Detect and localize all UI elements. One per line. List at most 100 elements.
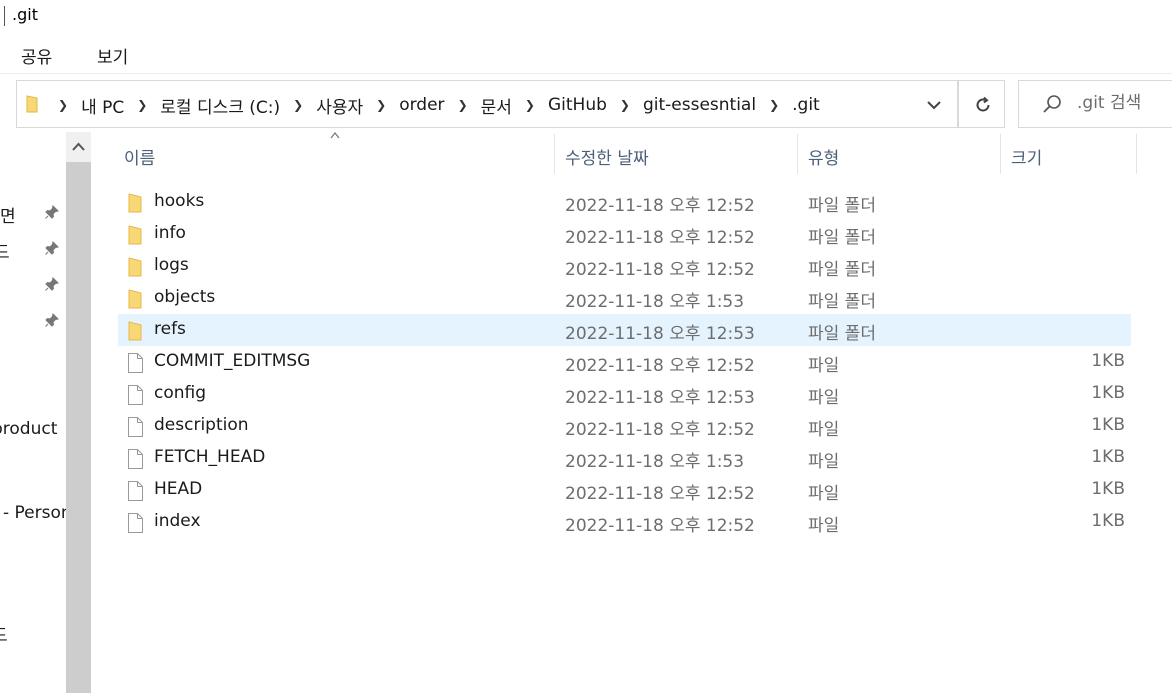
file-row[interactable]: config 2022-11-18 오후 12:53 파일 1KB bbox=[118, 378, 1131, 410]
file-date: 2022-11-18 오후 12:52 bbox=[565, 196, 755, 216]
file-date: 2022-11-18 오후 1:53 bbox=[565, 452, 745, 472]
nav-item-7[interactable]: 드 bbox=[0, 621, 8, 646]
chevron-right-icon[interactable]: ❯ bbox=[293, 98, 303, 112]
file-row[interactable]: description 2022-11-18 오후 12:52 파일 1KB bbox=[118, 410, 1131, 442]
file-name: logs bbox=[154, 255, 189, 275]
chevron-right-icon[interactable]: ❯ bbox=[769, 98, 779, 112]
title-bar: .git bbox=[0, 0, 1172, 32]
folder-icon bbox=[127, 257, 143, 277]
breadcrumb-item[interactable]: order bbox=[399, 95, 444, 115]
file-date: 2022-11-18 오후 12:52 bbox=[565, 420, 755, 440]
pin-icon[interactable] bbox=[44, 204, 60, 220]
column-header-name[interactable]: 이름 bbox=[124, 144, 155, 169]
file-type: 파일 폴더 bbox=[808, 260, 876, 280]
file-size: 1KB bbox=[1091, 415, 1125, 435]
file-type: 파일 bbox=[808, 356, 840, 376]
chevron-right-icon[interactable]: ❯ bbox=[137, 98, 147, 112]
file-icon bbox=[127, 513, 143, 533]
file-row[interactable]: logs 2022-11-18 오후 12:52 파일 폴더 bbox=[118, 250, 1131, 282]
breadcrumb-item[interactable]: 사용자 bbox=[316, 93, 363, 118]
file-type: 파일 폴더 bbox=[808, 292, 876, 312]
search-icon bbox=[1043, 95, 1061, 113]
file-icon bbox=[127, 417, 143, 437]
nav-item-product[interactable]: product bbox=[0, 419, 57, 439]
file-name: description bbox=[154, 415, 249, 435]
pin-icon[interactable] bbox=[44, 312, 60, 328]
file-row[interactable]: refs 2022-11-18 오후 12:53 파일 폴더 bbox=[118, 314, 1131, 346]
file-size: 1KB bbox=[1091, 447, 1125, 467]
folder-icon bbox=[127, 321, 143, 341]
file-date: 2022-11-18 오후 12:52 bbox=[565, 356, 755, 376]
navigation-pane: 면 드 product - Person 드 bbox=[0, 132, 66, 693]
file-row[interactable]: FETCH_HEAD 2022-11-18 오후 1:53 파일 1KB bbox=[118, 442, 1131, 474]
tab-share[interactable]: 공유 bbox=[21, 43, 52, 68]
nav-item-2[interactable]: 드 bbox=[0, 238, 10, 263]
chevron-right-icon[interactable]: ❯ bbox=[376, 98, 386, 112]
file-type: 파일 폴더 bbox=[808, 228, 876, 248]
refresh-icon bbox=[976, 96, 990, 112]
breadcrumb-item[interactable]: git-essesntial bbox=[643, 95, 756, 115]
file-icon bbox=[127, 481, 143, 501]
file-type: 파일 bbox=[808, 388, 840, 408]
breadcrumb-item[interactable]: 문서 bbox=[481, 93, 512, 118]
file-name: COMMIT_EDITMSG bbox=[154, 351, 311, 371]
address-bar[interactable]: ❯ 내 PC ❯ 로컬 디스크 (C:) ❯ 사용자 ❯ order ❯ 문서 ❯ GitHub ❯ gi… bbox=[16, 80, 958, 128]
nav-item-personal[interactable]: - Person bbox=[3, 503, 66, 523]
title-edge bbox=[4, 6, 5, 26]
chevron-right-icon[interactable]: ❯ bbox=[620, 98, 630, 112]
column-divider[interactable] bbox=[1000, 134, 1001, 174]
file-name: refs bbox=[154, 319, 186, 339]
file-size: 1KB bbox=[1091, 479, 1125, 499]
file-size: 1KB bbox=[1091, 383, 1125, 403]
tab-view[interactable]: 보기 bbox=[97, 43, 128, 68]
window-title: .git bbox=[12, 5, 38, 24]
file-name: FETCH_HEAD bbox=[154, 447, 266, 467]
search-box[interactable] bbox=[1018, 80, 1172, 128]
refresh-button[interactable] bbox=[958, 80, 1005, 128]
file-row[interactable]: info 2022-11-18 오후 12:52 파일 폴더 bbox=[118, 218, 1131, 250]
folder-icon bbox=[127, 193, 143, 213]
chevron-right-icon[interactable]: ❯ bbox=[58, 98, 68, 112]
file-name: HEAD bbox=[154, 479, 203, 499]
file-size: 1KB bbox=[1091, 511, 1125, 531]
column-header-type[interactable]: 유형 bbox=[808, 144, 839, 169]
nav-item-1[interactable]: 면 bbox=[0, 202, 16, 227]
column-divider[interactable] bbox=[797, 134, 798, 174]
file-date: 2022-11-18 오후 12:52 bbox=[565, 228, 755, 248]
file-row[interactable]: hooks 2022-11-18 오후 12:52 파일 폴더 bbox=[118, 186, 1131, 218]
chevron-down-icon[interactable] bbox=[925, 96, 943, 114]
column-header-date[interactable]: 수정한 날짜 bbox=[565, 144, 649, 169]
pin-icon[interactable] bbox=[44, 240, 60, 256]
file-row[interactable]: objects 2022-11-18 오후 1:53 파일 폴더 bbox=[118, 282, 1131, 314]
file-icon bbox=[127, 353, 143, 373]
folder-icon bbox=[127, 225, 143, 245]
nav-scrollbar[interactable] bbox=[66, 132, 91, 693]
file-row[interactable]: index 2022-11-18 오후 12:52 파일 1KB bbox=[118, 506, 1131, 538]
chevron-right-icon[interactable]: ❯ bbox=[458, 98, 468, 112]
file-type: 파일 bbox=[808, 484, 840, 504]
ribbon: 공유 보기 bbox=[0, 32, 1172, 74]
folder-icon bbox=[127, 289, 143, 309]
search-input[interactable] bbox=[1077, 93, 1172, 113]
breadcrumb-item[interactable]: 로컬 디스크 (C:) bbox=[160, 93, 280, 118]
file-type: 파일 bbox=[808, 452, 840, 472]
file-row[interactable]: COMMIT_EDITMSG 2022-11-18 오후 12:52 파일 1KB bbox=[118, 346, 1131, 378]
column-header-size[interactable]: 크기 bbox=[1011, 144, 1042, 169]
breadcrumb-item[interactable]: .git bbox=[792, 95, 820, 115]
column-divider[interactable] bbox=[1136, 134, 1137, 174]
breadcrumb-item[interactable]: 내 PC bbox=[81, 93, 124, 118]
file-type: 파일 폴더 bbox=[808, 196, 876, 216]
breadcrumb-item[interactable]: GitHub bbox=[548, 95, 607, 115]
column-divider[interactable] bbox=[554, 134, 555, 174]
file-icon bbox=[127, 449, 143, 469]
folder-icon bbox=[26, 95, 38, 113]
file-name: index bbox=[154, 511, 201, 531]
scrollbar-thumb[interactable] bbox=[66, 162, 91, 693]
pin-icon[interactable] bbox=[44, 276, 60, 292]
file-date: 2022-11-18 오후 12:52 bbox=[565, 516, 755, 536]
scroll-up-icon[interactable] bbox=[70, 136, 87, 158]
file-row[interactable]: HEAD 2022-11-18 오후 12:52 파일 1KB bbox=[118, 474, 1131, 506]
chevron-right-icon[interactable]: ❯ bbox=[525, 98, 535, 112]
file-type: 파일 bbox=[808, 516, 840, 536]
file-date: 2022-11-18 오후 12:53 bbox=[565, 324, 755, 344]
